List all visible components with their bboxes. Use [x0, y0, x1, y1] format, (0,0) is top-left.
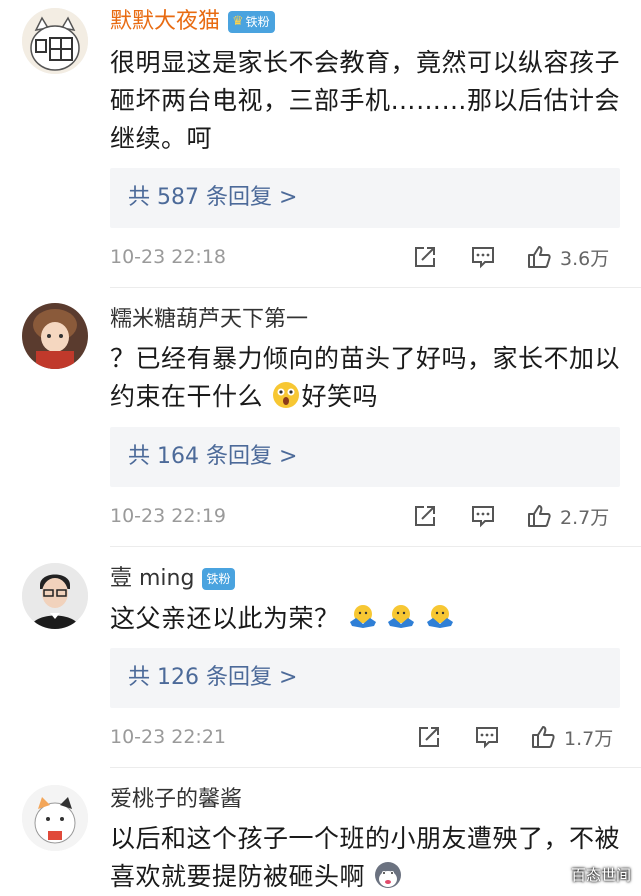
avatar[interactable]: [22, 303, 88, 369]
comment-icon: [472, 506, 494, 528]
thumbs-up-icon: [528, 246, 551, 268]
lucky-cat-avatar-icon: [22, 785, 88, 851]
fan-badge: 铁粉: [202, 568, 236, 590]
avatar[interactable]: [22, 563, 88, 629]
comment-text-part: 好笑吗: [301, 382, 378, 411]
like-button[interactable]: 3.6万: [526, 242, 609, 272]
comment-text: 这父亲还以此为荣？: [110, 600, 620, 638]
like-count: 2.7万: [560, 506, 610, 529]
comment-text: ？已经有暴力倾向的苗头了好吗，家长不加以约束在干什么 好笑吗: [110, 340, 620, 416]
shrug-emoji-icon: [388, 605, 415, 628]
share-icon: [415, 247, 435, 267]
username[interactable]: 爱桃子的馨酱: [110, 785, 242, 815]
crown-icon: ♛: [232, 14, 244, 29]
shrug-emoji-icon: [349, 605, 376, 628]
man-avatar-icon: [22, 563, 88, 629]
comment-button[interactable]: [470, 501, 496, 531]
like-count: 1.7万: [564, 727, 614, 750]
comment-icon: [476, 727, 498, 749]
watermark: 百态世间: [570, 866, 631, 884]
share-button[interactable]: [416, 722, 442, 752]
anime-avatar-icon: [22, 303, 88, 369]
comment-text: 很明显这是家长不会教育，竟然可以纵容孩子砸坏两台电视，三部手机………那以后估计会…: [110, 48, 621, 153]
comment-button[interactable]: [470, 242, 496, 272]
like-button[interactable]: 1.7万: [530, 722, 613, 752]
like-button[interactable]: 2.7万: [526, 501, 609, 531]
badge-label: 铁粉: [245, 15, 270, 29]
avatar[interactable]: [22, 8, 88, 74]
comment-text: 以后和这个孩子一个班的小朋友遭殃了，不被喜欢就要提防被砸头啊: [110, 820, 620, 896]
reply-count-button[interactable]: 共 126 条回复 >: [110, 648, 620, 708]
reply-count-button[interactable]: 共 164 条回复 >: [110, 427, 620, 487]
comment-text-part: 这父亲还以此为荣？: [110, 604, 340, 633]
reply-count-button[interactable]: 共 587 条回复 >: [110, 168, 620, 228]
divider: [110, 767, 641, 768]
comment-icon: [472, 247, 494, 269]
avatar[interactable]: [22, 785, 88, 851]
thumbs-up-icon: [528, 505, 551, 527]
shrug-emoji-icon: [426, 605, 453, 628]
thumbs-up-icon: [532, 726, 555, 748]
username[interactable]: 糯米糖葫芦天下第一: [110, 305, 308, 335]
share-icon: [415, 506, 435, 526]
comment-text-part: 以后和这个孩子一个班的小朋友遭殃了，不被喜欢就要提防被砸头啊: [110, 824, 621, 891]
divider: [110, 287, 641, 288]
like-count: 3.6万: [560, 247, 610, 270]
shocked-emoji-icon: [273, 382, 300, 408]
timestamp: 10-23 22:21: [110, 726, 227, 748]
cat-avatar-icon: [22, 8, 88, 74]
comment-button[interactable]: [474, 722, 500, 752]
share-icon: [419, 727, 439, 747]
divider: [110, 546, 641, 547]
fan-badge: ♛ 铁粉: [228, 11, 275, 33]
husky-emoji-icon: [375, 862, 402, 888]
timestamp: 10-23 22:18: [110, 246, 227, 268]
username[interactable]: 壹 ming: [110, 564, 194, 594]
username[interactable]: 默默大夜猫: [110, 7, 220, 37]
timestamp: 10-23 22:19: [110, 505, 227, 527]
share-button[interactable]: [412, 501, 438, 531]
badge-label: 铁粉: [206, 572, 231, 586]
share-button[interactable]: [412, 242, 438, 272]
